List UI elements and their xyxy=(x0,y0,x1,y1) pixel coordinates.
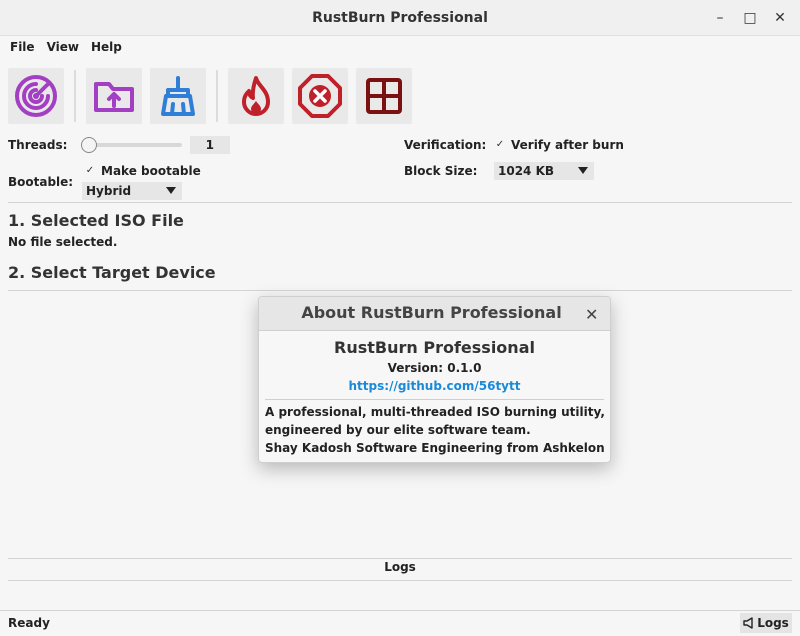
dialog-header: About RustBurn Professional ✕ xyxy=(259,297,610,331)
verification-label: Verification: xyxy=(404,138,487,152)
threads-label: Threads: xyxy=(8,138,68,152)
checkmark-icon: ✓ xyxy=(495,139,505,150)
dialog-description-line: Shay Kadosh Software Engineering from As… xyxy=(265,441,605,455)
dialog-version: Version: 0.1.0 xyxy=(387,361,482,375)
menu-help[interactable]: Help xyxy=(85,40,128,54)
threads-slider-track[interactable] xyxy=(88,143,182,147)
dialog-description-line: A professional, multi-threaded ISO burni… xyxy=(265,405,605,419)
make-bootable-label: Make bootable xyxy=(101,164,201,178)
logs-label: Logs xyxy=(384,560,416,574)
device-section-title: 2. Select Target Device xyxy=(8,263,216,282)
divider xyxy=(0,610,800,611)
minimize-button[interactable]: – xyxy=(706,0,734,36)
dialog-github-link[interactable]: https://github.com/56tytt xyxy=(259,379,610,393)
verify-after-burn-checkbox[interactable]: ✓ Verify after burn xyxy=(494,138,624,152)
iso-status: No file selected. xyxy=(8,235,118,249)
burn-button[interactable] xyxy=(228,68,284,124)
title-bar: RustBurn Professional – □ ✕ xyxy=(0,0,800,36)
flame-icon xyxy=(242,76,270,116)
dialog-close-button[interactable]: ✕ xyxy=(585,305,598,324)
chevron-down-icon xyxy=(166,187,176,194)
toolbar xyxy=(0,64,800,128)
toggle-logs-button[interactable]: Logs xyxy=(740,613,792,633)
block-size-select[interactable]: 1024 KB xyxy=(494,162,594,180)
dialog-description-line: engineered by our elite software team. xyxy=(265,423,531,437)
verify-after-burn-label: Verify after burn xyxy=(511,138,624,152)
divider xyxy=(8,202,792,203)
boot-mode-value: Hybrid xyxy=(86,184,132,198)
divider xyxy=(8,558,792,559)
toolbar-separator xyxy=(74,70,76,122)
grid-view-button[interactable] xyxy=(356,68,412,124)
checkmark-icon: ✓ xyxy=(85,165,95,176)
status-text: Ready xyxy=(8,616,50,630)
dialog-separator xyxy=(265,399,604,400)
divider xyxy=(8,580,792,581)
grid-icon xyxy=(366,78,402,114)
chevron-down-icon xyxy=(578,167,588,174)
maximize-button[interactable]: □ xyxy=(736,0,764,36)
divider xyxy=(8,290,792,291)
iso-section-title: 1. Selected ISO File xyxy=(8,211,184,230)
threads-spinbox[interactable]: 1 xyxy=(190,136,230,154)
dialog-app-name: RustBurn Professional xyxy=(334,338,535,357)
window-title: RustBurn Professional xyxy=(312,9,488,26)
menu-view[interactable]: View xyxy=(41,40,85,54)
block-size-value: 1024 KB xyxy=(498,164,555,178)
broom-icon xyxy=(161,76,195,116)
threads-slider-handle[interactable] xyxy=(81,137,97,153)
logs-button-label: Logs xyxy=(757,616,789,630)
megaphone-icon xyxy=(743,617,753,629)
boot-mode-select[interactable]: Hybrid xyxy=(82,182,182,200)
menu-bar: File View Help xyxy=(0,36,800,58)
scan-devices-button[interactable] xyxy=(8,68,64,124)
stop-octagon-icon xyxy=(298,74,342,118)
cancel-burn-button[interactable] xyxy=(292,68,348,124)
toolbar-separator xyxy=(216,70,218,122)
block-size-label: Block Size: xyxy=(404,164,478,178)
radar-icon xyxy=(15,75,57,117)
menu-file[interactable]: File xyxy=(4,40,41,54)
close-window-button[interactable]: ✕ xyxy=(766,0,794,36)
bootable-label: Bootable: xyxy=(8,175,74,189)
about-dialog: About RustBurn Professional ✕ RustBurn P… xyxy=(258,296,611,463)
folder-upload-icon xyxy=(94,82,134,112)
dialog-title: About RustBurn Professional xyxy=(301,303,562,322)
clear-button[interactable] xyxy=(150,68,206,124)
make-bootable-checkbox[interactable]: ✓ Make bootable xyxy=(84,164,201,178)
open-iso-button[interactable] xyxy=(86,68,142,124)
